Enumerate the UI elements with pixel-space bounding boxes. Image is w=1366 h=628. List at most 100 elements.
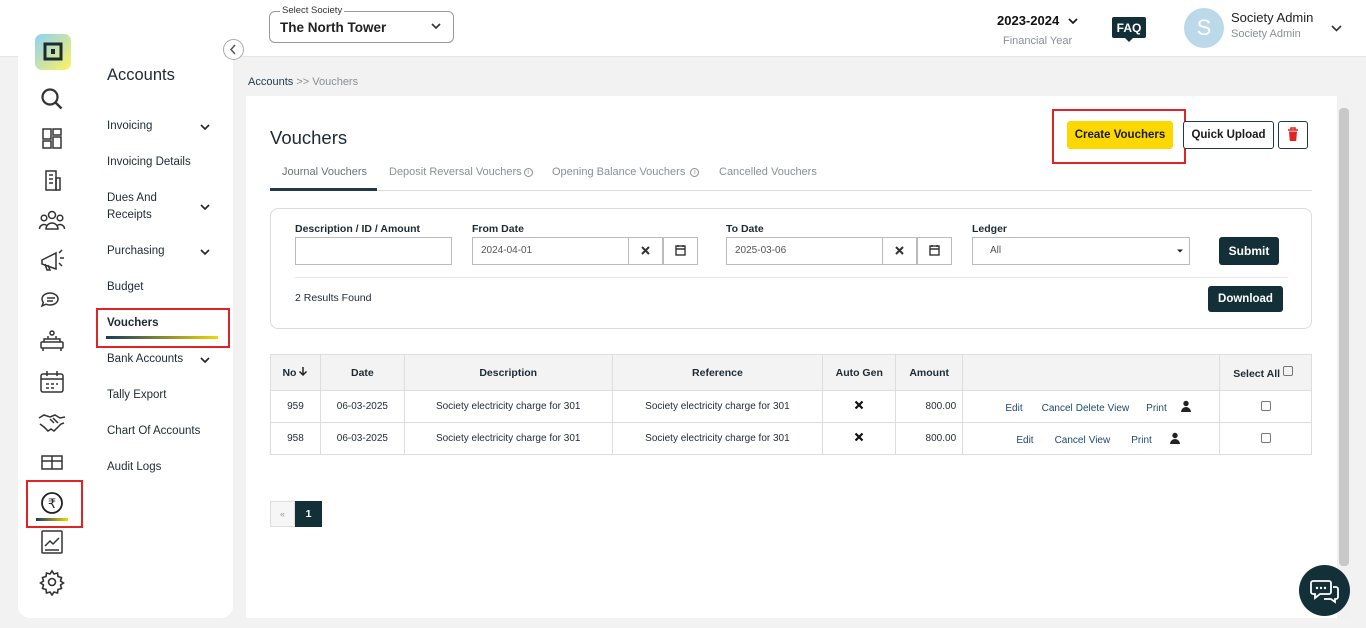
- user-role: Society Admin: [1231, 28, 1301, 40]
- from-date-input[interactable]: 2024-04-01: [472, 237, 629, 265]
- sidebar-item-invoicing-details[interactable]: Invoicing Details: [107, 154, 191, 171]
- select-all-checkbox[interactable]: [1283, 365, 1293, 376]
- cancel-link[interactable]: Cancel: [1042, 403, 1073, 414]
- sidebar-item-budget[interactable]: Budget: [107, 279, 143, 296]
- rupee-icon[interactable]: ₹: [38, 489, 66, 517]
- chevron-down-icon[interactable]: [1330, 22, 1343, 35]
- financial-year-value: 2023-2024: [997, 13, 1060, 28]
- chevron-down-icon[interactable]: [199, 121, 211, 133]
- tab-label: Opening Balance Vouchers: [552, 166, 686, 178]
- chevron-down-icon: [431, 23, 441, 30]
- page-title: Vouchers: [270, 127, 348, 148]
- handshake-icon[interactable]: [38, 408, 66, 436]
- faq-button[interactable]: FAQ: [1111, 15, 1147, 43]
- col-no[interactable]: No: [270, 354, 321, 391]
- col-description: Description: [403, 354, 613, 391]
- delete-button[interactable]: [1278, 121, 1308, 149]
- sidebar-item-purchasing[interactable]: Purchasing: [107, 243, 165, 260]
- sidebar-title: Accounts: [107, 66, 175, 84]
- calendar-icon: [929, 245, 940, 256]
- info-icon[interactable]: i: [523, 167, 533, 177]
- announcement-icon[interactable]: [38, 247, 66, 275]
- society-select-label: Select Society: [280, 5, 345, 16]
- sidebar-item-dues-and-receipts[interactable]: Dues And Receipts: [107, 190, 187, 224]
- info-icon[interactable]: i: [690, 167, 700, 177]
- sidebar-item-audit-logs[interactable]: Audit Logs: [107, 459, 161, 476]
- chevron-down-icon[interactable]: [199, 201, 211, 213]
- chevron-down-icon: [1068, 18, 1078, 25]
- faq-label: FAQ: [1117, 21, 1142, 35]
- amenity-icon[interactable]: [38, 327, 66, 355]
- edit-link[interactable]: Edit: [1005, 403, 1022, 414]
- tab-journal-vouchers[interactable]: Journal Vouchers: [282, 166, 367, 178]
- from-date-picker-button[interactable]: [663, 237, 698, 265]
- user-icon[interactable]: [1169, 432, 1181, 444]
- col-reference: Reference: [611, 354, 824, 391]
- ledger-select[interactable]: All: [972, 237, 1190, 265]
- chevron-down-icon[interactable]: [199, 246, 211, 258]
- create-vouchers-button[interactable]: Create Vouchers: [1067, 121, 1173, 149]
- sidebar-item-bank-accounts[interactable]: Bank Accounts: [107, 351, 183, 368]
- society-select[interactable]: Select Society The North Tower: [269, 5, 454, 43]
- sidebar-item-tally-export[interactable]: Tally Export: [107, 387, 166, 404]
- view-link[interactable]: View: [1089, 435, 1111, 446]
- delete-link[interactable]: Delete: [1076, 403, 1105, 414]
- gift-icon[interactable]: [38, 448, 66, 476]
- view-link[interactable]: View: [1108, 403, 1130, 414]
- cell-reference: Society electricity charge for 301: [611, 390, 824, 423]
- sidebar-active-indicator: [106, 336, 218, 339]
- breadcrumb: Accounts >> Vouchers: [248, 76, 358, 88]
- to-date-input[interactable]: 2025-03-06: [726, 237, 883, 265]
- print-link[interactable]: Print: [1131, 435, 1152, 446]
- description-filter-input[interactable]: [295, 237, 452, 265]
- select-all-label: Select All: [1233, 367, 1281, 380]
- user-icon[interactable]: [1180, 400, 1192, 412]
- row-checkbox[interactable]: [1260, 433, 1271, 444]
- tab-opening-balance-vouchers[interactable]: Opening Balance Vouchers i: [552, 166, 700, 178]
- tab-deposit-reversal-vouchers[interactable]: Deposit Reversal Vouchers i: [389, 166, 533, 178]
- sidebar-item-vouchers[interactable]: Vouchers: [107, 315, 159, 332]
- cell-actions: Edit Cancel View Print: [962, 422, 1220, 455]
- chat-support-button[interactable]: [1299, 565, 1350, 616]
- cancel-link[interactable]: Cancel: [1055, 435, 1086, 446]
- tab-active-indicator: [270, 188, 377, 191]
- table-row: 958 06-03-2025 Society electricity charg…: [270, 422, 1312, 455]
- calendar-icon[interactable]: [38, 368, 66, 396]
- sidebar-item-chart-of-accounts[interactable]: Chart Of Accounts: [107, 423, 200, 440]
- table-row: 959 06-03-2025 Society electricity charg…: [270, 390, 1312, 423]
- cell-no: 958: [270, 422, 321, 455]
- cell-auto-gen: [822, 390, 897, 423]
- row-checkbox[interactable]: [1260, 401, 1271, 412]
- app-logo[interactable]: [35, 34, 71, 70]
- to-date-picker-button[interactable]: [917, 237, 952, 265]
- svg-text:₹: ₹: [48, 497, 56, 512]
- society-select-value: The North Tower: [280, 20, 387, 35]
- sort-arrow-down-icon: [299, 367, 308, 377]
- breadcrumb-root[interactable]: Accounts: [248, 76, 293, 88]
- report-icon[interactable]: [38, 528, 66, 556]
- edit-link[interactable]: Edit: [1016, 435, 1033, 446]
- scrollbar-thumb[interactable]: [1339, 108, 1349, 566]
- chat-icon[interactable]: [38, 287, 66, 315]
- quick-upload-button[interactable]: Quick Upload: [1183, 121, 1274, 149]
- clear-to-date-button[interactable]: [882, 237, 917, 265]
- dashboard-icon[interactable]: [38, 125, 66, 153]
- clear-from-date-button[interactable]: [628, 237, 663, 265]
- tab-cancelled-vouchers[interactable]: Cancelled Vouchers: [719, 166, 817, 178]
- members-icon[interactable]: [38, 206, 66, 234]
- search-icon[interactable]: [38, 85, 66, 113]
- collapse-sidebar-button[interactable]: [223, 39, 244, 60]
- chevron-left-icon: [229, 44, 236, 55]
- pagination-prev[interactable]: «: [270, 501, 295, 527]
- chevron-down-icon[interactable]: [199, 354, 211, 366]
- download-button[interactable]: Download: [1208, 286, 1283, 312]
- avatar[interactable]: S: [1184, 8, 1224, 48]
- caret-down-icon: [1177, 249, 1183, 253]
- settings-icon[interactable]: [38, 568, 66, 596]
- pagination-page-1[interactable]: 1: [295, 501, 322, 527]
- print-link[interactable]: Print: [1146, 403, 1167, 414]
- results-count: 2 Results Found: [295, 292, 372, 304]
- sidebar-item-invoicing[interactable]: Invoicing: [107, 118, 152, 135]
- submit-button[interactable]: Submit: [1219, 237, 1279, 265]
- building-icon[interactable]: [38, 166, 66, 194]
